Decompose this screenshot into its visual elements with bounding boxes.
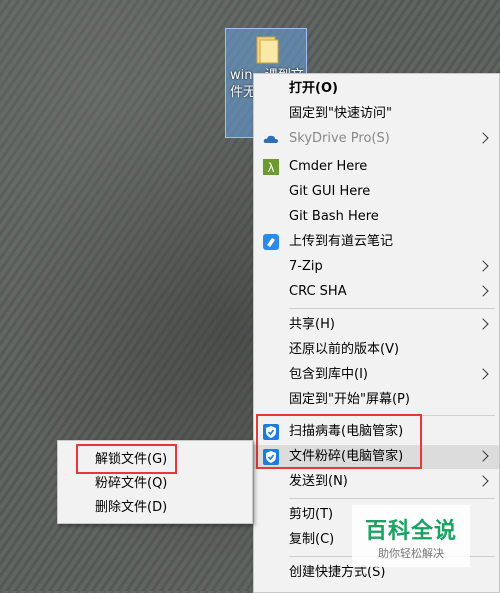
chevron-right-icon (477, 368, 489, 380)
menu-item-label: Git GUI Here (289, 184, 371, 199)
folder-icon (256, 36, 279, 64)
chevron-right-icon (477, 318, 489, 330)
menu-item-label: Git Bash Here (289, 209, 379, 224)
menu-item-git-bash-here[interactable]: Git Bash Here (254, 205, 499, 229)
menu-separator (289, 498, 495, 499)
menu-item-pin-quick-access[interactable]: 固定到"快速访问" (254, 102, 499, 126)
watermark-title: 百科全说 (364, 519, 457, 544)
submenu-item-label: 粉碎文件(Q) (95, 476, 168, 491)
menu-item-label: 7-Zip (289, 259, 323, 274)
highlight-box (76, 444, 177, 474)
menu-item-label: 固定到"开始"屏幕(P) (289, 392, 410, 407)
menu-item-label: 还原以前的版本(V) (289, 342, 400, 357)
chevron-right-icon (477, 475, 489, 487)
watermark-subtitle: 助你轻松解决 (378, 547, 444, 560)
highlight-box (256, 414, 422, 469)
menu-item-youdao-upload[interactable]: 上传到有道云笔记 (254, 230, 499, 254)
menu-item-cmder-here[interactable]: λ Cmder Here (254, 155, 499, 179)
youdao-note-icon (263, 234, 279, 250)
chevron-right-icon (477, 285, 489, 297)
menu-item-label: SkyDrive Pro(S) (289, 131, 390, 146)
menu-item-label: 共享(H) (289, 317, 335, 332)
menu-item-share[interactable]: 共享(H) (254, 313, 499, 337)
menu-item-label: 包含到库中(I) (289, 367, 368, 382)
menu-item-crc-sha[interactable]: CRC SHA (254, 280, 499, 304)
submenu-item-delete-file[interactable]: 删除文件(D) (58, 496, 252, 520)
menu-item-7zip[interactable]: 7-Zip (254, 255, 499, 279)
menu-item-label: Cmder Here (289, 159, 368, 174)
menu-item-label: 上传到有道云笔记 (289, 234, 394, 249)
menu-item-pin-to-start[interactable]: 固定到"开始"屏幕(P) (254, 388, 499, 412)
watermark: 百科全说 助你轻松解决 (352, 505, 470, 567)
menu-item-label: 复制(C) (289, 532, 335, 547)
cmder-lambda-icon: λ (263, 159, 279, 175)
cloud-icon (263, 135, 278, 143)
chevron-right-icon (477, 450, 489, 462)
menu-item-label: 发送到(N) (289, 474, 348, 489)
chevron-right-icon (477, 132, 489, 144)
menu-item-label: CRC SHA (289, 284, 347, 299)
menu-item-label: 打开(O) (289, 81, 338, 96)
svg-text:λ: λ (267, 161, 274, 175)
menu-item-include-in-library[interactable]: 包含到库中(I) (254, 363, 499, 387)
menu-separator (289, 308, 495, 309)
menu-item-skydrive-pro[interactable]: SkyDrive Pro(S) (254, 127, 499, 151)
menu-item-label: 固定到"快速访问" (289, 106, 392, 121)
submenu-item-shred-file[interactable]: 粉碎文件(Q) (58, 472, 252, 496)
chevron-right-icon (477, 260, 489, 272)
menu-item-git-gui-here[interactable]: Git GUI Here (254, 180, 499, 204)
submenu-item-label: 删除文件(D) (95, 500, 168, 515)
menu-item-open[interactable]: 打开(O) (254, 77, 499, 101)
menu-item-label: 剪切(T) (289, 507, 334, 522)
menu-item-send-to[interactable]: 发送到(N) (254, 470, 499, 494)
menu-item-restore-versions[interactable]: 还原以前的版本(V) (254, 338, 499, 362)
